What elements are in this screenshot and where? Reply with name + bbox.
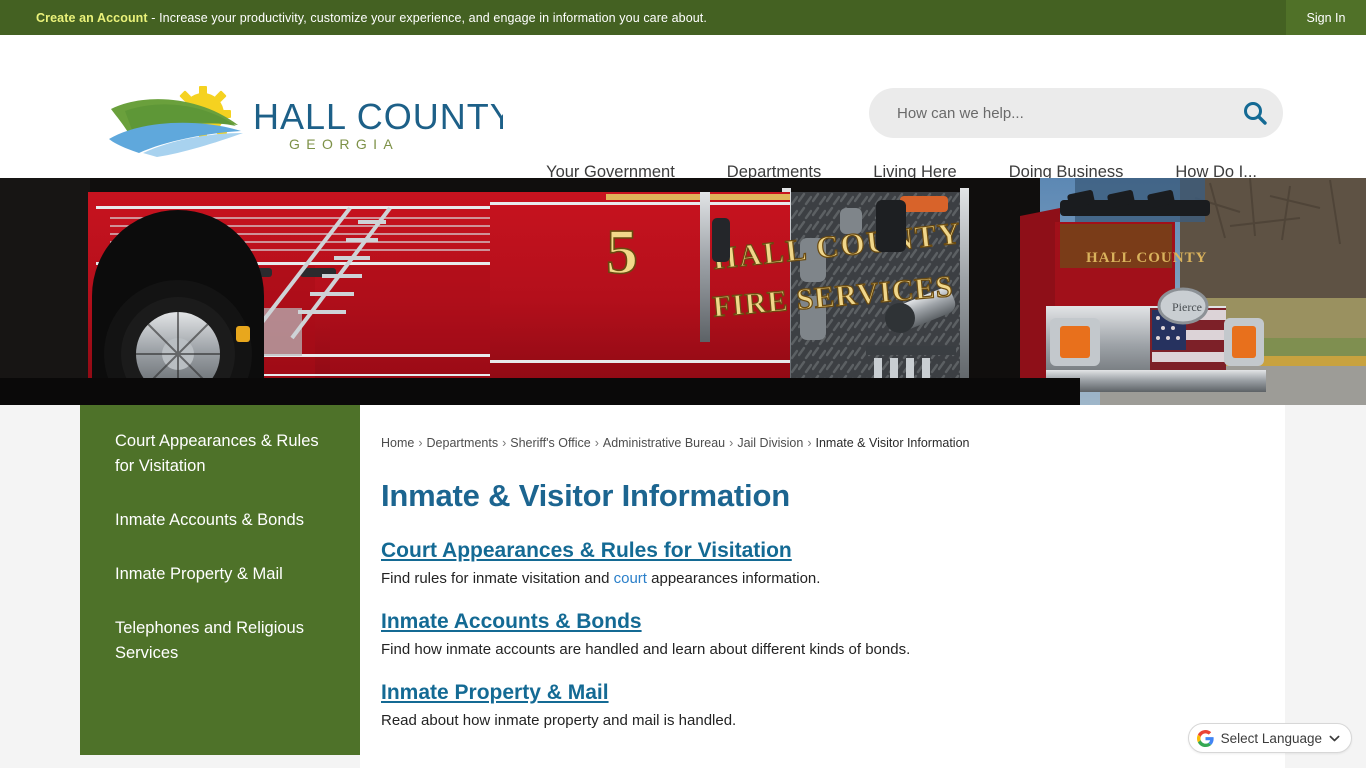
section-sidebar: Court Appearances & Rules for Visitation… — [80, 405, 360, 755]
search-input[interactable] — [869, 104, 1227, 122]
svg-text:Pierce: Pierce — [1172, 300, 1202, 314]
language-selector-label: Select Language — [1220, 730, 1322, 746]
create-account-description: - Increase your productivity, customize … — [147, 10, 707, 25]
breadcrumb-separator: › — [729, 436, 734, 450]
site-header: HALL COUNTY GEORGIA Your Government Depa… — [0, 35, 1366, 181]
breadcrumb-item-current: Inmate & Visitor Information — [815, 436, 970, 450]
fire-truck-photo: Sandy Branch Fire Station — [0, 178, 1366, 405]
logo-subtitle-text: GEORGIA — [289, 136, 399, 152]
logo-title-text: HALL COUNTY — [253, 96, 503, 137]
second-truck-lettering: HALL COUNTY — [1086, 250, 1207, 266]
section-description: Find rules for inmate visitation and cou… — [381, 569, 1285, 589]
breadcrumb-separator: › — [502, 436, 507, 450]
sidebar-item-inmate-accounts[interactable]: Inmate Accounts & Bonds — [80, 508, 360, 533]
breadcrumb-separator: › — [418, 436, 423, 450]
sidebar-item-telephones-religious[interactable]: Telephones and Religious Services — [80, 616, 360, 666]
top-utility-bar: Create an Account - Increase your produc… — [0, 0, 1366, 35]
breadcrumb-separator: › — [807, 436, 812, 450]
create-account-link[interactable]: Create an Account — [36, 11, 148, 25]
section-description: Find how inmate accounts are handled and… — [381, 641, 911, 658]
create-account-message: Create an Account - Increase your produc… — [36, 11, 707, 25]
link-inmate-accounts[interactable]: Inmate Accounts & Bonds — [381, 610, 642, 633]
chevron-down-icon — [1329, 735, 1340, 741]
main-content-panel: Home › Departments › Sheriff's Office › Admini… — [360, 405, 1285, 768]
section-description: Read about how inmate property and mail … — [381, 712, 737, 729]
search-button[interactable] — [1227, 88, 1283, 138]
truck-unit-number: 5 — [606, 216, 638, 287]
truck-wheel — [92, 210, 264, 405]
logo-mark: HALL COUNTY GEORGIA — [109, 86, 503, 157]
page-body: Court Appearances & Rules for Visitation… — [0, 405, 1366, 768]
page-title: Inmate & Visitor Information — [381, 478, 790, 513]
sidebar-item-court-appearances[interactable]: Court Appearances & Rules for Visitation — [80, 429, 360, 479]
breadcrumb-item-jail-division[interactable]: Jail Division — [737, 436, 803, 450]
search-bar[interactable] — [869, 88, 1283, 138]
section-inmate-property: Inmate Property & Mail Read about how in… — [381, 681, 1285, 731]
search-icon — [1244, 102, 1267, 125]
sidebar-item-inmate-property[interactable]: Inmate Property & Mail — [80, 562, 360, 587]
text-after-link: appearances information. — [646, 570, 821, 587]
breadcrumb-item-sheriffs-office[interactable]: Sheriff's Office — [510, 436, 590, 450]
section-inmate-accounts: Inmate Accounts & Bonds Find how inmate … — [381, 610, 1285, 660]
language-selector[interactable]: Select Language — [1187, 723, 1352, 753]
section-heading: Inmate Accounts & Bonds — [381, 610, 1285, 634]
hall-county-logo[interactable]: HALL COUNTY GEORGIA — [103, 81, 503, 159]
inline-link-court[interactable]: court — [614, 570, 647, 587]
breadcrumb: Home › Departments › Sheriff's Office › Admini… — [381, 436, 1285, 450]
breadcrumb-item-home[interactable]: Home — [381, 436, 414, 450]
breadcrumb-item-departments[interactable]: Departments — [427, 436, 499, 450]
hero-banner-image: Sandy Branch Fire Station — [0, 178, 1366, 405]
section-heading: Inmate Property & Mail — [381, 681, 1285, 705]
link-court-appearances[interactable]: Court Appearances & Rules for Visitation — [381, 539, 792, 562]
section-heading: Court Appearances & Rules for Visitation — [381, 539, 1285, 563]
section-court-appearances: Court Appearances & Rules for Visitation… — [381, 539, 1285, 589]
google-g-icon — [1196, 729, 1214, 747]
text-before-link: Find rules for inmate visitation and — [381, 570, 614, 587]
breadcrumb-item-administrative-bureau[interactable]: Administrative Bureau — [603, 436, 725, 450]
breadcrumb-separator: › — [594, 436, 599, 450]
sign-in-button[interactable]: Sign In — [1286, 0, 1366, 35]
link-inmate-property[interactable]: Inmate Property & Mail — [381, 681, 609, 704]
